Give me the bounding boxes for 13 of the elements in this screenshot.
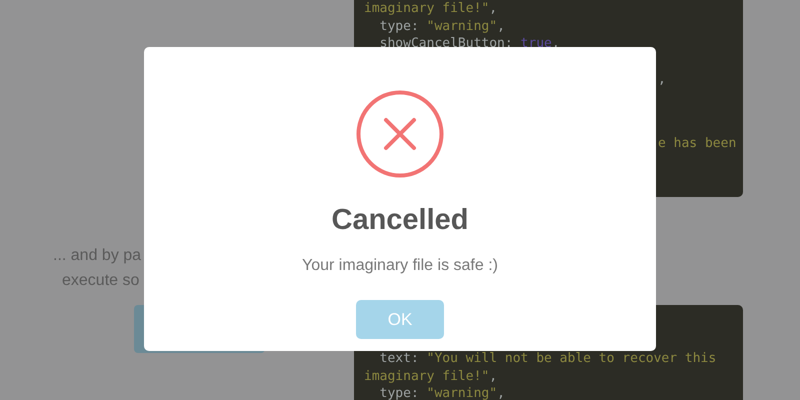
code-line: type: "warning", bbox=[378, 385, 506, 400]
code-line: text: "You will not be able to recover this bbox=[378, 350, 718, 368]
ok-button[interactable]: OK bbox=[356, 300, 444, 339]
dialog-title: Cancelled bbox=[332, 203, 468, 237]
error-icon bbox=[356, 90, 444, 178]
code-line: e has been bbox=[657, 135, 738, 152]
code-line: imaginary file!", bbox=[363, 368, 498, 385]
dialog-message: Your imaginary file is safe :) bbox=[302, 257, 498, 275]
paragraph-text: execute so bbox=[62, 271, 140, 291]
paragraph-text: ... and by pa bbox=[53, 246, 142, 266]
code-line: , bbox=[657, 70, 667, 88]
code-line: type: "warning", bbox=[378, 18, 506, 35]
code-line: imaginary file!", bbox=[363, 0, 498, 18]
